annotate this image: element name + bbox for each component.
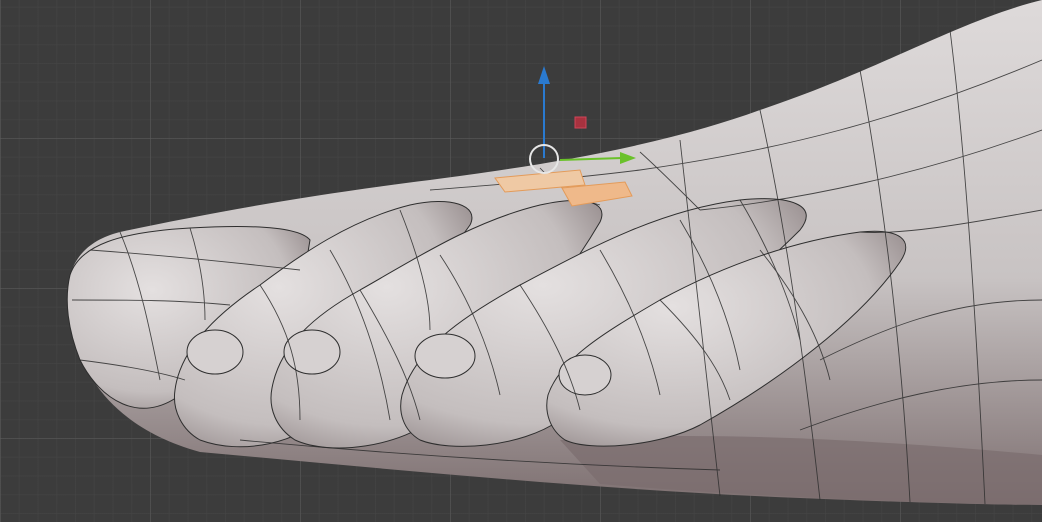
x-axis-handle-icon[interactable]	[574, 116, 587, 129]
toenail-fourth	[414, 333, 476, 379]
toenail-third	[283, 329, 341, 375]
toenail-second	[186, 329, 244, 375]
scene-canvas[interactable]	[0, 0, 1042, 522]
z-axis-arrow-icon[interactable]	[538, 66, 550, 84]
toenail-little	[558, 354, 612, 396]
3d-viewport[interactable]	[0, 0, 1042, 522]
